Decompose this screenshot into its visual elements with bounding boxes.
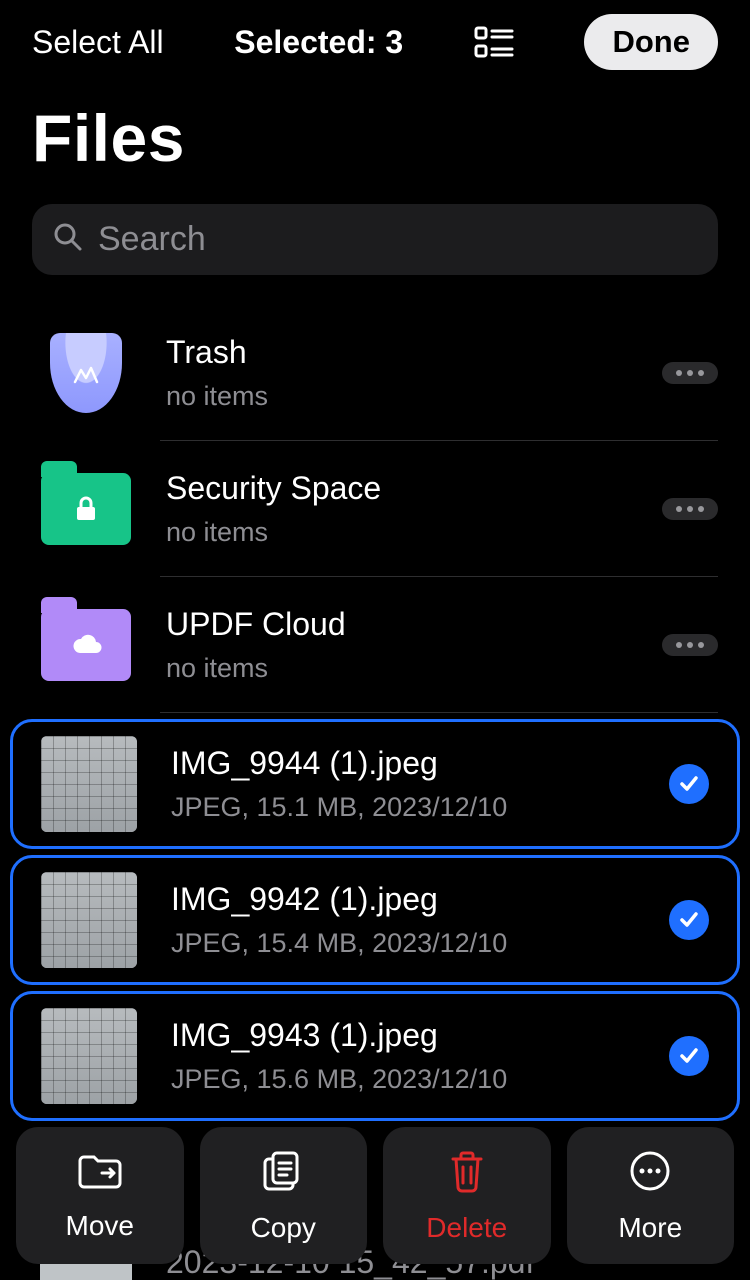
folder-row-trash[interactable]: Trash no items — [0, 305, 750, 441]
copy-button[interactable]: Copy — [200, 1127, 368, 1264]
select-all-button[interactable]: Select All — [32, 24, 164, 61]
search-icon — [52, 221, 84, 258]
file-row[interactable]: IMG_9944 (1).jpeg JPEG, 15.1 MB, 2023/12… — [10, 719, 740, 849]
more-icon[interactable] — [662, 362, 718, 384]
page-title: Files — [0, 84, 750, 204]
more-icon[interactable] — [662, 498, 718, 520]
file-list: Trash no items Security Space no items U… — [0, 305, 750, 1257]
check-icon[interactable] — [669, 1036, 709, 1076]
file-sub: JPEG, 15.6 MB, 2023/12/10 — [171, 1064, 661, 1095]
file-thumbnail — [41, 1008, 137, 1104]
action-toolbar: Move Copy Delete More — [16, 1127, 734, 1264]
move-button[interactable]: Move — [16, 1127, 184, 1264]
search-input[interactable] — [98, 220, 698, 259]
delete-label: Delete — [426, 1212, 507, 1244]
delete-button[interactable]: Delete — [383, 1127, 551, 1264]
folder-icon — [40, 599, 132, 691]
lock-icon — [41, 473, 131, 545]
folder-sub: no items — [166, 381, 662, 412]
file-thumbnail — [41, 736, 137, 832]
check-icon[interactable] — [669, 900, 709, 940]
folder-title: Trash — [166, 334, 662, 371]
folder-title: UPDF Cloud — [166, 606, 662, 643]
trash-icon — [40, 327, 132, 419]
more-icon[interactable] — [662, 634, 718, 656]
folder-title: Security Space — [166, 470, 662, 507]
cloud-icon — [41, 609, 131, 681]
more-button[interactable]: More — [567, 1127, 735, 1264]
folder-row-security[interactable]: Security Space no items — [0, 441, 750, 577]
trash-icon — [447, 1149, 487, 1198]
file-sub: JPEG, 15.1 MB, 2023/12/10 — [171, 792, 661, 823]
check-icon[interactable] — [669, 764, 709, 804]
view-list-icon[interactable] — [474, 22, 514, 62]
file-row[interactable]: IMG_9942 (1).jpeg JPEG, 15.4 MB, 2023/12… — [10, 855, 740, 985]
file-row[interactable]: IMG_9943 (1).jpeg JPEG, 15.6 MB, 2023/12… — [10, 991, 740, 1121]
file-title: IMG_9944 (1).jpeg — [171, 745, 661, 782]
copy-icon — [261, 1149, 305, 1198]
more-icon — [628, 1149, 672, 1198]
move-label: Move — [66, 1210, 134, 1242]
folder-sub: no items — [166, 517, 662, 548]
folder-row-cloud[interactable]: UPDF Cloud no items — [0, 577, 750, 713]
header-bar: Select All Selected: 3 Done — [0, 0, 750, 84]
selected-count: Selected: 3 — [234, 24, 403, 61]
done-button[interactable]: Done — [584, 14, 718, 70]
move-icon — [76, 1151, 124, 1196]
folder-icon — [40, 463, 132, 555]
folder-sub: no items — [166, 653, 662, 684]
copy-label: Copy — [251, 1212, 316, 1244]
file-sub: JPEG, 15.4 MB, 2023/12/10 — [171, 928, 661, 959]
file-thumbnail — [41, 872, 137, 968]
file-title: IMG_9943 (1).jpeg — [171, 1017, 661, 1054]
search-bar[interactable] — [32, 204, 718, 275]
file-title: IMG_9942 (1).jpeg — [171, 881, 661, 918]
more-label: More — [618, 1212, 682, 1244]
